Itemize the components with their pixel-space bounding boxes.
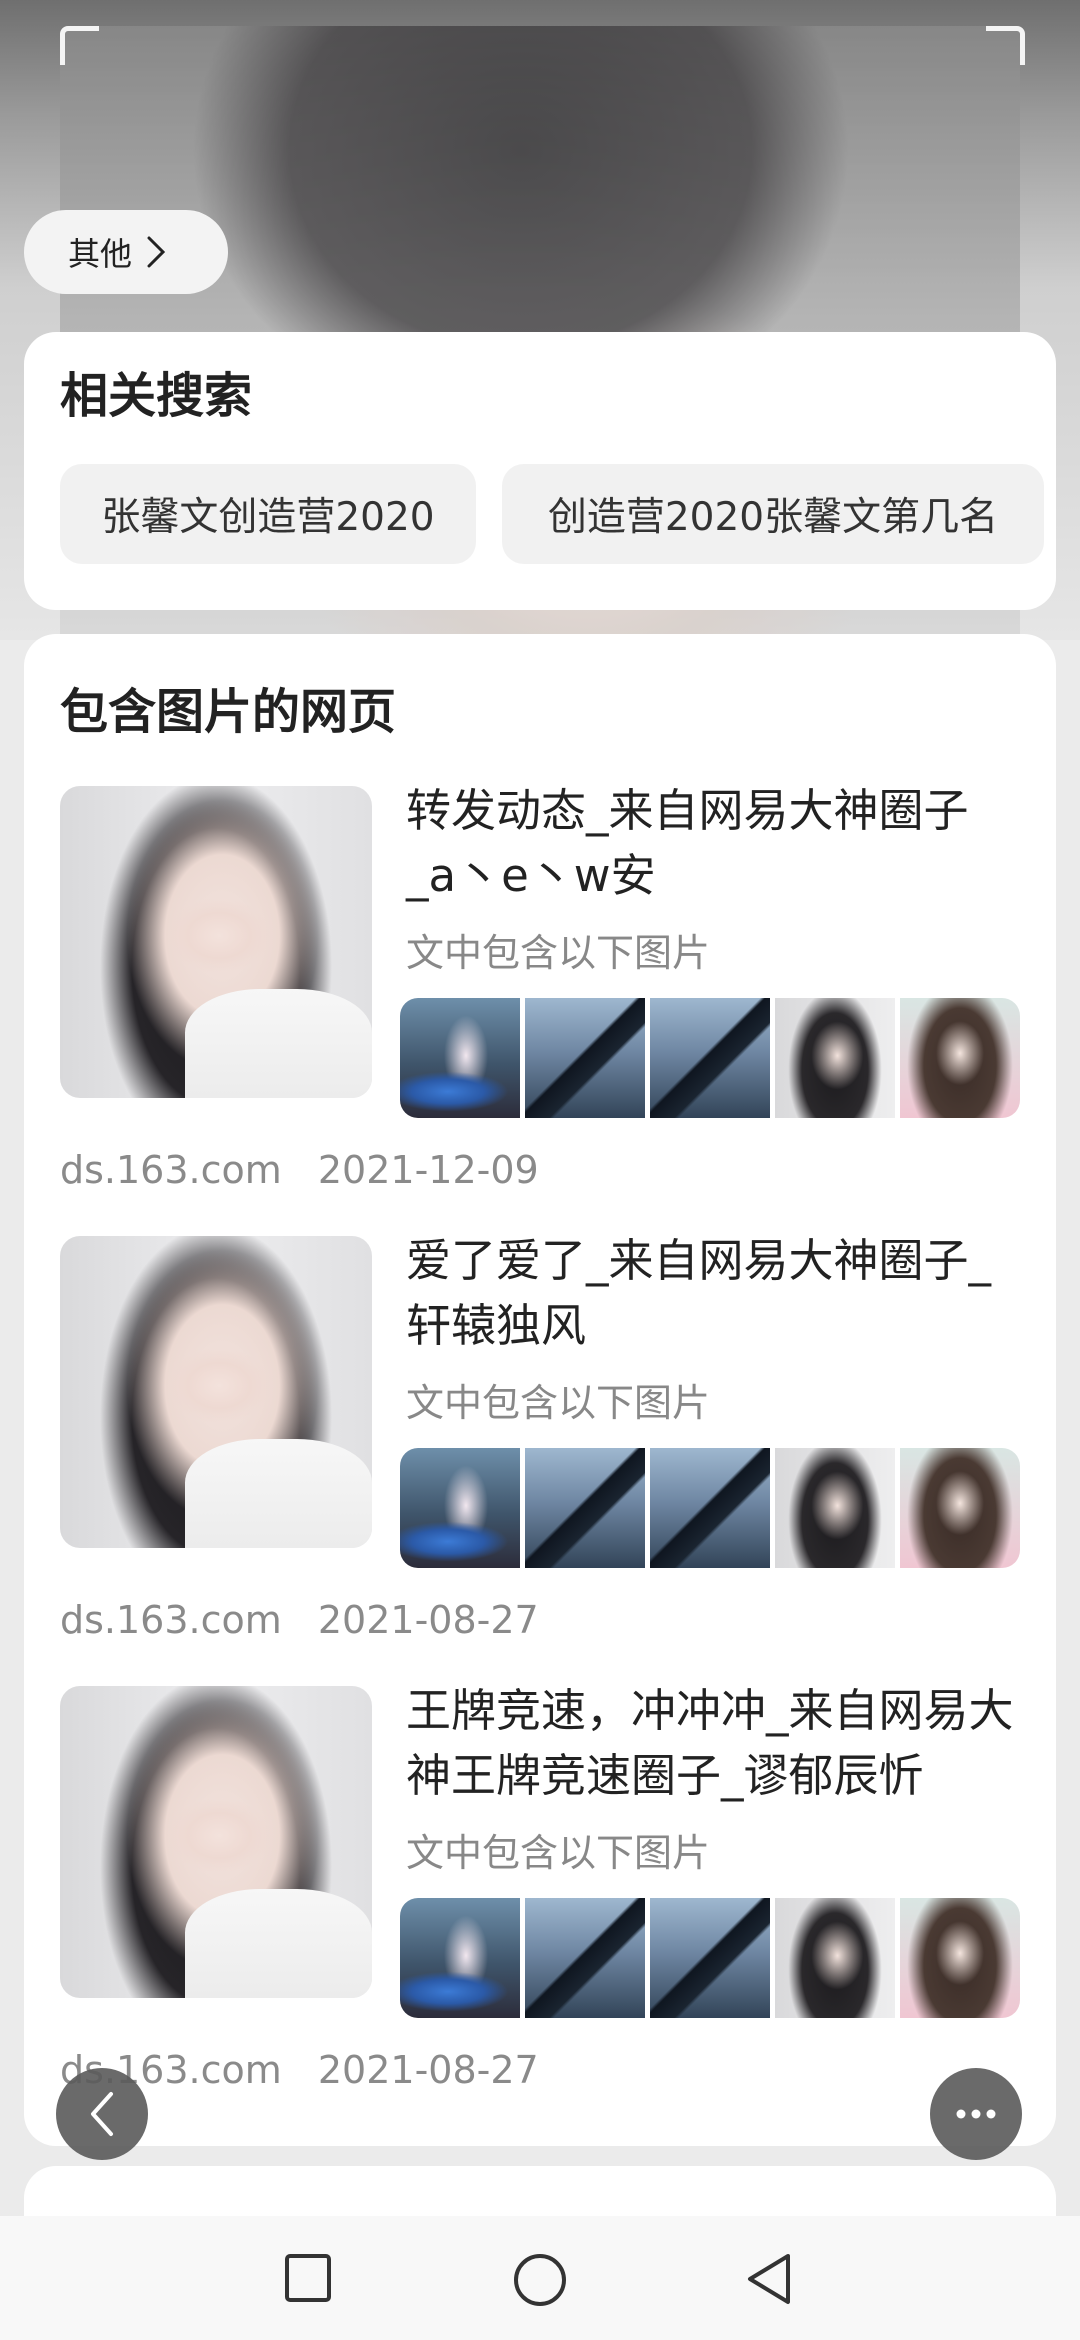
- strip-image[interactable]: [525, 1448, 645, 1568]
- result-image-strip: [400, 1448, 1020, 1568]
- result-title[interactable]: 转发动态_来自网易大神圈子_a丶e丶w安: [406, 778, 1016, 908]
- pages-with-image-title: 包含图片的网页: [60, 684, 397, 740]
- strip-image[interactable]: [775, 998, 895, 1118]
- strip-image[interactable]: [900, 1898, 1020, 2018]
- square-icon[interactable]: [284, 2252, 332, 2304]
- system-nav-bar: [0, 2216, 1080, 2340]
- other-category-button[interactable]: 其他: [24, 210, 228, 294]
- result-image-strip: [400, 998, 1020, 1118]
- triangle-back-icon[interactable]: [744, 2252, 794, 2306]
- result-meta: ds.163.com 2021-12-09: [60, 1148, 539, 1192]
- result-subtitle: 文中包含以下图片: [406, 1381, 711, 1425]
- chevron-right-icon: [147, 236, 166, 268]
- result-domain: ds.163.com: [60, 1148, 282, 1192]
- related-search-chip[interactable]: 张馨文创造营2020: [60, 464, 476, 564]
- related-search-chip[interactable]: 创造营2020张馨文第几名: [502, 464, 1044, 564]
- strip-image[interactable]: [525, 998, 645, 1118]
- result-thumbnail[interactable]: [60, 1686, 372, 1998]
- strip-image[interactable]: [900, 998, 1020, 1118]
- strip-image[interactable]: [650, 998, 770, 1118]
- strip-image[interactable]: [400, 1448, 520, 1568]
- result-subtitle: 文中包含以下图片: [406, 931, 711, 975]
- circle-icon[interactable]: [512, 2252, 568, 2308]
- result-meta: ds.163.com 2021-08-27: [60, 1598, 539, 1642]
- related-search-title: 相关搜索: [60, 368, 253, 424]
- result-thumbnail[interactable]: [60, 786, 372, 1098]
- result-date: 2021-08-27: [317, 2048, 539, 2092]
- other-label: 其他: [68, 235, 133, 273]
- strip-image[interactable]: [775, 1448, 895, 1568]
- result-title[interactable]: 王牌竞速，冲冲冲_来自网易大神王牌竞速圈子_谬郁辰忻: [406, 1678, 1016, 1808]
- crop-corner-top-right[interactable]: [986, 26, 1025, 65]
- result-image-strip: [400, 1898, 1020, 2018]
- strip-image[interactable]: [775, 1898, 895, 2018]
- strip-image[interactable]: [525, 1898, 645, 2018]
- strip-image[interactable]: [400, 998, 520, 1118]
- result-subtitle: 文中包含以下图片: [406, 1831, 711, 1875]
- crop-corner-top-left[interactable]: [60, 26, 99, 65]
- strip-image[interactable]: [650, 1898, 770, 2018]
- strip-image[interactable]: [650, 1448, 770, 1568]
- result-date: 2021-08-27: [317, 1598, 539, 1642]
- result-domain: ds.163.com: [60, 1598, 282, 1642]
- result-date: 2021-12-09: [317, 1148, 539, 1192]
- back-button[interactable]: [56, 2068, 148, 2160]
- result-title[interactable]: 爱了爱了_来自网易大神圈子_轩辕独风: [406, 1228, 1016, 1358]
- chevron-left-icon: [91, 2092, 113, 2136]
- result-thumbnail[interactable]: [60, 1236, 372, 1548]
- strip-image[interactable]: [900, 1448, 1020, 1568]
- more-dots-icon: [956, 2109, 996, 2119]
- strip-image[interactable]: [400, 1898, 520, 2018]
- more-button[interactable]: [930, 2068, 1022, 2160]
